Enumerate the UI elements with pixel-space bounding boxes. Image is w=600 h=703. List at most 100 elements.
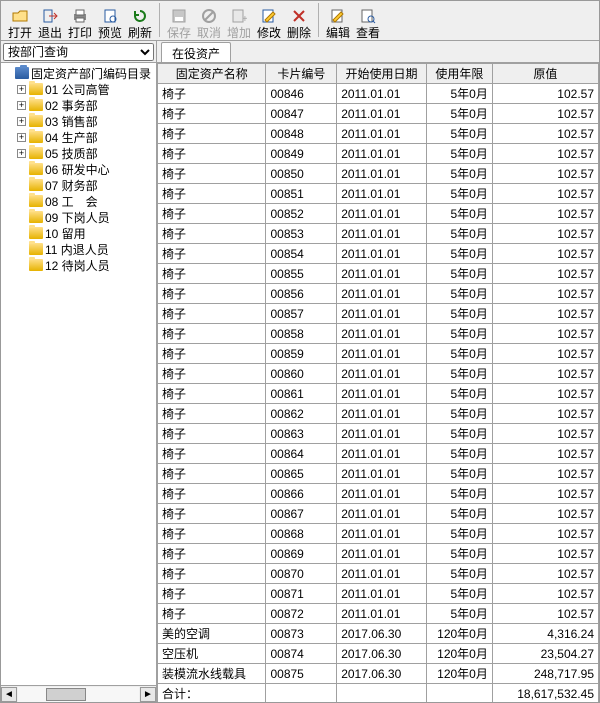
tree-item-01[interactable]: +01 公司高管 (1, 81, 156, 97)
tree-item-03[interactable]: +03 销售部 (1, 113, 156, 129)
table-row[interactable]: 椅子008682011.01.015年0月102.57 (158, 524, 599, 544)
tree-item-04[interactable]: +04 生产部 (1, 129, 156, 145)
tree-spacer (17, 245, 26, 254)
scroll-thumb[interactable] (46, 688, 86, 701)
table-row[interactable]: 椅子008582011.01.015年0月102.57 (158, 324, 599, 344)
exit-button[interactable]: 退出 (35, 3, 65, 39)
table-row[interactable]: 椅子008672011.01.015年0月102.57 (158, 504, 599, 524)
asset-grid-wrap[interactable]: 固定资产名称 卡片编号 开始使用日期 使用年限 原值 椅子008462011.0… (157, 63, 599, 702)
cell-card: 00847 (266, 104, 337, 124)
right-panel: 在役资产 固定资产名称 卡片编号 开始使用日期 使用年限 原值 椅子008462… (157, 41, 599, 702)
scroll-right-button[interactable]: ► (140, 687, 156, 702)
table-row[interactable]: 装模流水线载具008752017.06.30120年0月248,717.95 (158, 664, 599, 684)
edit-button[interactable]: 编辑 (323, 3, 353, 39)
tree-item-09[interactable]: 09 下岗人员 (1, 209, 156, 225)
table-row[interactable]: 椅子008492011.01.015年0月102.57 (158, 144, 599, 164)
cancel-icon (200, 7, 218, 25)
col-header-life[interactable]: 使用年限 (426, 64, 492, 84)
tab-active-assets[interactable]: 在役资产 (161, 42, 231, 62)
cell-name: 椅子 (158, 544, 266, 564)
table-row[interactable]: 椅子008712011.01.015年0月102.57 (158, 584, 599, 604)
col-header-card[interactable]: 卡片编号 (266, 64, 337, 84)
expand-icon[interactable]: + (17, 133, 26, 142)
table-row[interactable]: 椅子008572011.01.015年0月102.57 (158, 304, 599, 324)
refresh-icon (131, 7, 149, 25)
cell-life: 5年0月 (426, 104, 492, 124)
table-row[interactable]: 椅子008662011.01.015年0月102.57 (158, 484, 599, 504)
cell-name: 椅子 (158, 424, 266, 444)
table-row[interactable]: 椅子008642011.01.015年0月102.57 (158, 444, 599, 464)
tree-item-05[interactable]: +05 技质部 (1, 145, 156, 161)
view-button[interactable]: 查看 (353, 3, 383, 39)
table-row[interactable]: 椅子008592011.01.015年0月102.57 (158, 344, 599, 364)
tree-item-06[interactable]: 06 研发中心 (1, 161, 156, 177)
table-row[interactable]: 椅子008612011.01.015年0月102.57 (158, 384, 599, 404)
cell-date: 2011.01.01 (337, 584, 427, 604)
cell-date: 2017.06.30 (337, 624, 427, 644)
table-row[interactable]: 椅子008702011.01.015年0月102.57 (158, 564, 599, 584)
table-row[interactable]: 椅子008472011.01.015年0月102.57 (158, 104, 599, 124)
table-row[interactable]: 椅子008622011.01.015年0月102.57 (158, 404, 599, 424)
cell-value: 102.57 (492, 284, 598, 304)
table-row[interactable]: 空压机008742017.06.30120年0月23,504.27 (158, 644, 599, 664)
scroll-track[interactable] (18, 687, 139, 702)
table-row[interactable]: 椅子008532011.01.015年0月102.57 (158, 224, 599, 244)
col-header-value[interactable]: 原值 (492, 64, 598, 84)
tree-item-08[interactable]: 08 工 会 (1, 193, 156, 209)
table-row[interactable]: 椅子008692011.01.015年0月102.57 (158, 544, 599, 564)
table-row[interactable]: 椅子008482011.01.015年0月102.57 (158, 124, 599, 144)
scroll-left-button[interactable]: ◄ (1, 687, 17, 702)
cell-card: 00851 (266, 184, 337, 204)
table-row[interactable]: 椅子008632011.01.015年0月102.57 (158, 424, 599, 444)
open-button[interactable]: 打开 (5, 3, 35, 39)
table-row[interactable]: 椅子008602011.01.015年0月102.57 (158, 364, 599, 384)
table-row[interactable]: 椅子008502011.01.015年0月102.57 (158, 164, 599, 184)
folder-icon (29, 131, 43, 143)
query-mode-select[interactable]: 按部门查询 (3, 43, 154, 61)
preview-button[interactable]: 预览 (95, 3, 125, 39)
tree-item-10[interactable]: 10 留用 (1, 225, 156, 241)
tree-root[interactable]: 固定资产部门编码目录 (1, 65, 156, 81)
table-row[interactable]: 椅子008652011.01.015年0月102.57 (158, 464, 599, 484)
cell-life: 5年0月 (426, 524, 492, 544)
table-row[interactable]: 椅子008512011.01.015年0月102.57 (158, 184, 599, 204)
tree-spacer (17, 261, 26, 270)
expand-icon[interactable]: + (17, 85, 26, 94)
col-header-date[interactable]: 开始使用日期 (337, 64, 427, 84)
cell-date: 2011.01.01 (337, 224, 427, 244)
col-header-name[interactable]: 固定资产名称 (158, 64, 266, 84)
tree-item-07[interactable]: 07 财务部 (1, 177, 156, 193)
expand-icon[interactable]: + (17, 101, 26, 110)
refresh-button[interactable]: 刷新 (125, 3, 155, 39)
cell-life: 5年0月 (426, 84, 492, 104)
cell-value: 102.57 (492, 84, 598, 104)
cell-date: 2011.01.01 (337, 564, 427, 584)
table-row[interactable]: 美的空调008732017.06.30120年0月4,316.24 (158, 624, 599, 644)
table-row[interactable]: 椅子008522011.01.015年0月102.57 (158, 204, 599, 224)
folder-icon (29, 211, 43, 223)
delete-button[interactable]: 删除 (284, 3, 314, 39)
department-tree[interactable]: 固定资产部门编码目录 +01 公司高管+02 事务部+03 销售部+04 生产部… (1, 63, 156, 685)
tree-item-11[interactable]: 11 内退人员 (1, 241, 156, 257)
cell-life: 5年0月 (426, 484, 492, 504)
table-row[interactable]: 椅子008562011.01.015年0月102.57 (158, 284, 599, 304)
expand-icon[interactable]: + (17, 149, 26, 158)
cell-name: 椅子 (158, 584, 266, 604)
cell-card: 00848 (266, 124, 337, 144)
cell-life: 5年0月 (426, 204, 492, 224)
print-button[interactable]: 打印 (65, 3, 95, 39)
folder-icon (29, 243, 43, 255)
expand-icon[interactable]: + (17, 117, 26, 126)
table-row[interactable]: 椅子008552011.01.015年0月102.57 (158, 264, 599, 284)
table-row[interactable]: 椅子008722011.01.015年0月102.57 (158, 604, 599, 624)
modify-button[interactable]: 修改 (254, 3, 284, 39)
cell-date: 2011.01.01 (337, 384, 427, 404)
table-row[interactable]: 椅子008542011.01.015年0月102.57 (158, 244, 599, 264)
cell-date: 2011.01.01 (337, 244, 427, 264)
cell-value: 102.57 (492, 584, 598, 604)
left-scrollbar[interactable]: ◄ ► (1, 685, 156, 702)
cell-date: 2011.01.01 (337, 284, 427, 304)
tree-item-12[interactable]: 12 待岗人员 (1, 257, 156, 273)
tree-item-02[interactable]: +02 事务部 (1, 97, 156, 113)
table-row[interactable]: 椅子008462011.01.015年0月102.57 (158, 84, 599, 104)
